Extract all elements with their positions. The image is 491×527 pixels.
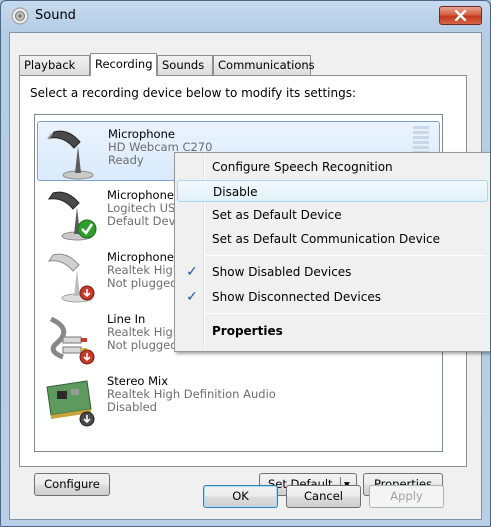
unplugged-icon (79, 285, 95, 301)
ok-button[interactable]: OK (203, 485, 278, 508)
line-in-cable-icon (49, 316, 95, 365)
menu-item-properties[interactable]: Properties (177, 320, 488, 342)
sound-card-icon (46, 380, 95, 427)
cancel-button[interactable]: Cancel (286, 485, 361, 508)
apply-button-label: Apply (390, 489, 423, 503)
unplugged-icon (79, 349, 95, 365)
menu-item-disable[interactable]: Disable (177, 180, 488, 202)
checkmark-icon: ✓ (186, 289, 198, 305)
device-item-stereo-mix[interactable]: Stereo Mix Realtek High Definition Audio… (37, 369, 440, 429)
close-icon (454, 10, 467, 21)
microphone-icon (47, 130, 94, 180)
checkmark-icon: ✓ (186, 264, 198, 280)
menu-separator (205, 313, 486, 314)
title-bar[interactable]: Sound (1, 1, 490, 31)
menu-separator (205, 255, 486, 256)
device-context-menu: Configure Speech Recognition Disable Set… (174, 152, 490, 352)
menu-item-configure-speech-recognition[interactable]: Configure Speech Recognition (177, 156, 488, 178)
device-status: Disabled (107, 400, 157, 414)
menu-item-show-disconnected-devices[interactable]: ✓ Show Disconnected Devices (177, 286, 488, 308)
tab-recording[interactable]: Recording (90, 53, 157, 76)
configure-button-label: Configure (44, 477, 100, 491)
microphone-icon (47, 191, 97, 241)
close-button[interactable] (439, 6, 482, 25)
microphone-icon (47, 253, 95, 303)
disabled-icon (79, 411, 95, 427)
menu-item-show-disabled-devices[interactable]: ✓ Show Disabled Devices (177, 261, 488, 283)
configure-button[interactable]: Configure (34, 473, 110, 496)
tab-sounds[interactable]: Sounds (157, 55, 213, 75)
cancel-button-label: Cancel (304, 489, 343, 503)
menu-item-set-default-device[interactable]: Set as Default Device (177, 204, 488, 226)
apply-button[interactable]: Apply (369, 485, 444, 508)
menu-item-set-default-communication-device[interactable]: Set as Default Communication Device (177, 228, 488, 250)
speaker-icon (11, 7, 29, 25)
instructions-text: Select a recording device below to modif… (30, 86, 357, 100)
tab-playback[interactable]: Playback (19, 55, 90, 75)
sound-dialog: Sound Playback Recording Sounds Communic… (0, 0, 491, 527)
ok-button-label: OK (232, 489, 249, 503)
default-check-icon (77, 219, 97, 239)
window-title: Sound (35, 8, 76, 23)
tab-communications[interactable]: Communications (213, 55, 315, 75)
